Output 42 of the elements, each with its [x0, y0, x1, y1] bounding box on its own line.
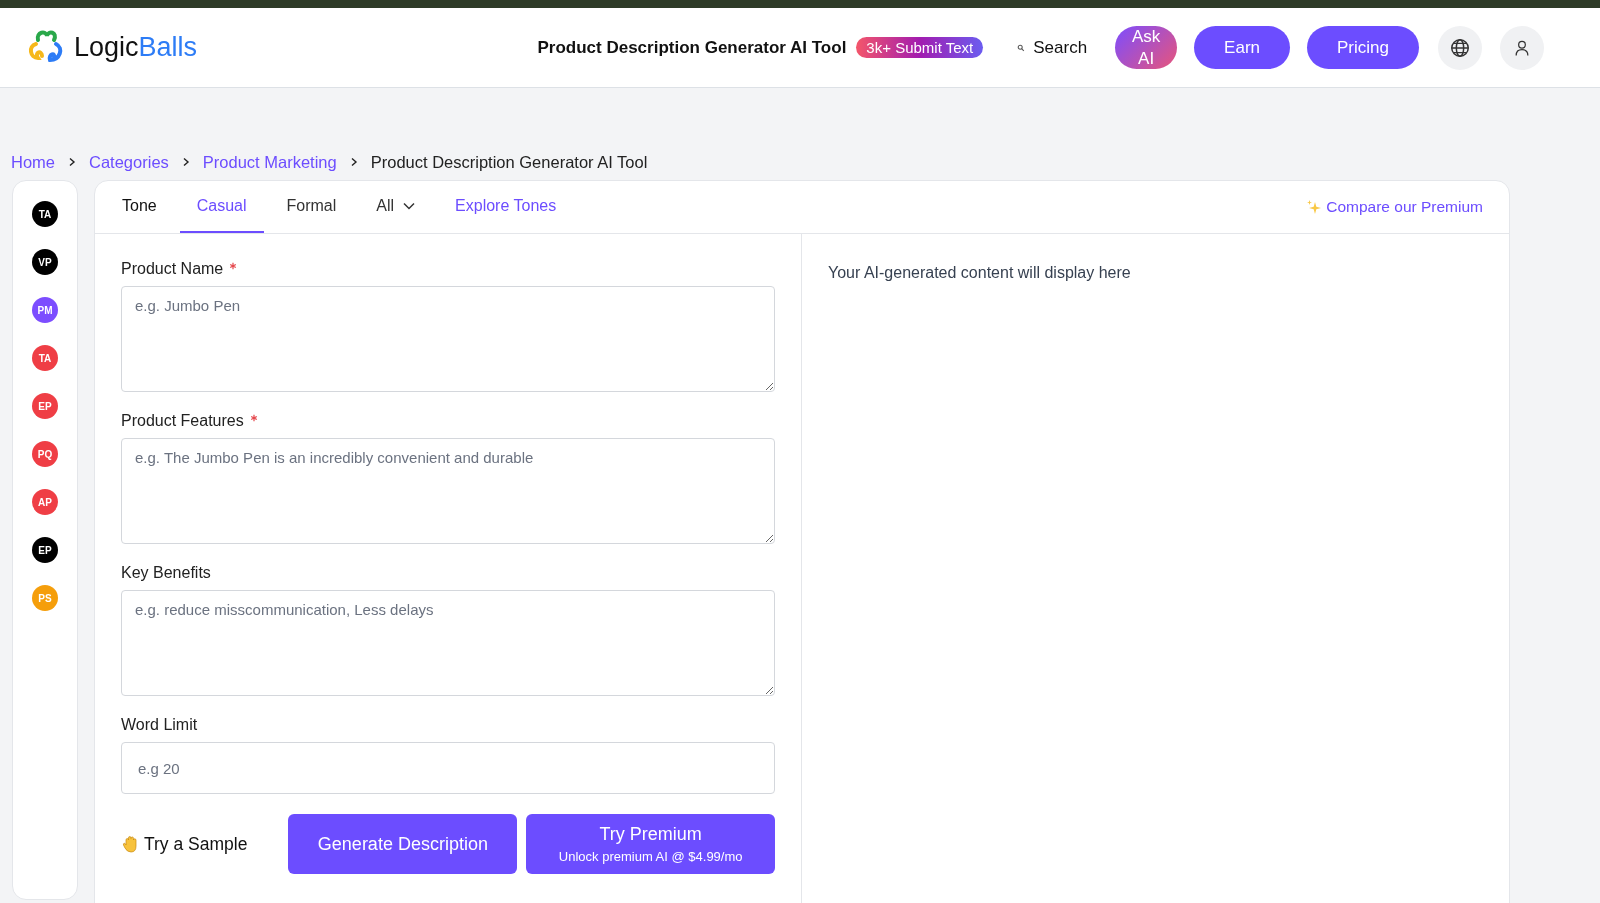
- breadcrumb-link[interactable]: Categories: [89, 152, 169, 172]
- sidebar-avatar[interactable]: TA: [32, 345, 58, 371]
- header-button[interactable]: Ask AI: [1115, 26, 1178, 69]
- sidebar-avatar[interactable]: AP: [32, 489, 58, 515]
- breadcrumb-link[interactable]: Product Marketing: [202, 152, 337, 172]
- field-label: Word Limit: [121, 716, 198, 734]
- try-premium-button[interactable]: Try Premium Unlock premium AI @ $4.99/mo: [526, 814, 775, 874]
- sidebar-avatar[interactable]: VP: [32, 249, 58, 275]
- generate-button[interactable]: Generate Description: [288, 814, 518, 874]
- field-label: Key Benefits: [121, 564, 211, 582]
- submit-badge: 3k+ Submit Text: [856, 37, 984, 58]
- tone-dropdown[interactable]: All: [359, 181, 433, 233]
- chevron-right-icon: [67, 157, 77, 167]
- tone-label: Tone: [121, 196, 158, 216]
- header-button[interactable]: Earn: [1194, 26, 1291, 69]
- chevron-down-icon: [403, 202, 416, 210]
- globe-icon[interactable]: [1438, 25, 1482, 70]
- breadcrumb-current: Product Description Generator AI Tool: [370, 152, 648, 172]
- text-area[interactable]: e.g. reduce misscommunication, Less delays: [121, 590, 775, 696]
- text-area[interactable]: e.g. Jumbo Pen: [121, 286, 775, 392]
- field-label: Product Name: [121, 260, 224, 278]
- sidebar-avatar[interactable]: TA: [32, 201, 58, 227]
- search-icon: [1017, 43, 1026, 52]
- tone-tab[interactable]: Formal: [269, 181, 354, 233]
- breadcrumb-link[interactable]: Home: [11, 152, 55, 172]
- header-button[interactable]: Pricing: [1307, 26, 1419, 69]
- tone-tab[interactable]: Casual: [179, 181, 264, 233]
- compare-premium-link[interactable]: Compare our Premium: [1306, 181, 1483, 233]
- output-message: Your AI-generated content will display here: [828, 264, 1131, 281]
- text-area[interactable]: e.g. The Jumbo Pen is an incredibly convenient and durable: [121, 438, 775, 544]
- field-label: Product Features: [121, 412, 244, 430]
- page-title: Product Description Generator AI Tool: [537, 37, 847, 58]
- try-sample-link[interactable]: Try a Sample: [121, 833, 280, 855]
- explore-tones-link[interactable]: Explore Tones: [438, 181, 574, 233]
- logo-wordmark[interactable]: LogicBalls: [74, 32, 198, 63]
- search-link[interactable]: Search: [1017, 37, 1088, 58]
- sidebar-avatar[interactable]: EP: [32, 393, 58, 419]
- sidebar-avatar[interactable]: EP: [32, 537, 58, 563]
- user-icon[interactable]: [1500, 25, 1544, 70]
- sidebar-avatar[interactable]: PQ: [32, 441, 58, 467]
- input-field[interactable]: e.g 20: [121, 742, 775, 794]
- sidebar-avatar[interactable]: PM: [32, 297, 58, 323]
